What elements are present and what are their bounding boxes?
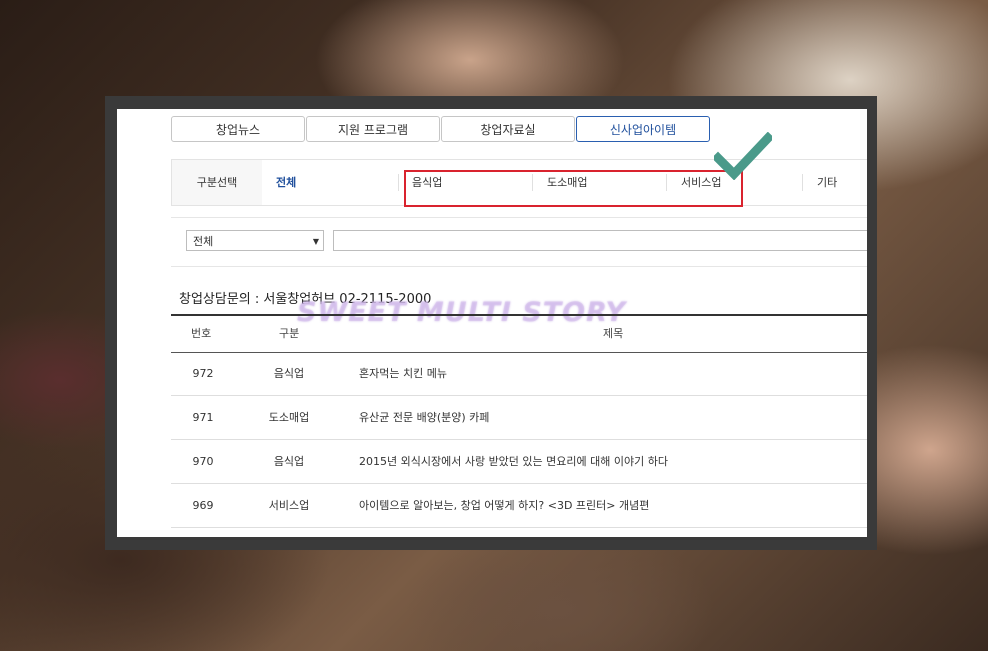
category-label: 구분선택 (172, 160, 262, 205)
table-header: 번호 구분 제목 (171, 314, 867, 353)
search-bar: 전체 ▼ (171, 217, 867, 267)
tab-new-business-items[interactable]: 신사업아이템 (576, 116, 710, 142)
web-page: 창업뉴스 지원 프로그램 창업자료실 신사업아이템 구분선택 전체 음식업 도소… (117, 109, 867, 537)
tab-bar: 창업뉴스 지원 프로그램 창업자료실 신사업아이템 (171, 116, 711, 142)
select-value: 전체 (193, 235, 214, 248)
header-number: 번호 (191, 327, 212, 340)
divider (802, 174, 803, 191)
table-row[interactable]: 970 음식업 2015년 외식시장에서 사랑 받았던 있는 면요리에 대해 이… (171, 440, 867, 484)
row-type: 서비스업 (268, 499, 310, 512)
row-type: 도소매업 (268, 411, 310, 424)
table-row[interactable]: 971 도소매업 유산균 전문 배양(분양) 카페 (171, 396, 867, 440)
chevron-down-icon: ▼ (312, 237, 319, 246)
tab-resources[interactable]: 창업자료실 (441, 116, 575, 142)
screenshot-frame: 창업뉴스 지원 프로그램 창업자료실 신사업아이템 구분선택 전체 음식업 도소… (105, 96, 877, 550)
search-type-select[interactable]: 전체 ▼ (186, 230, 324, 251)
row-number: 972 (192, 367, 214, 380)
tab-support-program[interactable]: 지원 프로그램 (306, 116, 440, 142)
divider (398, 174, 399, 191)
highlight-box (404, 170, 743, 207)
row-type: 음식업 (273, 455, 305, 468)
table-row[interactable]: 972 음식업 혼자먹는 치킨 메뉴 (171, 352, 867, 396)
row-number: 970 (192, 455, 214, 468)
check-mark-icon (714, 132, 772, 180)
category-other[interactable]: 기타 (817, 160, 837, 205)
row-title[interactable]: 2015년 외식시장에서 사랑 받았던 있는 면요리에 대해 이야기 하다 (359, 440, 668, 483)
row-title[interactable]: 아이템으로 알아보는, 창업 어떻게 하지? <3D 프린터> 개념편 (359, 484, 649, 527)
row-number: 971 (192, 411, 214, 424)
category-all[interactable]: 전체 (276, 160, 296, 205)
row-number: 969 (192, 499, 214, 512)
tab-startup-news[interactable]: 창업뉴스 (171, 116, 305, 142)
search-input[interactable] (333, 230, 867, 251)
header-type: 구분 (279, 327, 300, 340)
header-title: 제목 (603, 327, 624, 340)
row-type: 음식업 (273, 367, 305, 380)
row-title[interactable]: 혼자먹는 치킨 메뉴 (359, 352, 447, 395)
table-row[interactable]: 969 서비스업 아이템으로 알아보는, 창업 어떻게 하지? <3D 프린터>… (171, 484, 867, 528)
row-title[interactable]: 유산균 전문 배양(분양) 카페 (359, 396, 489, 439)
